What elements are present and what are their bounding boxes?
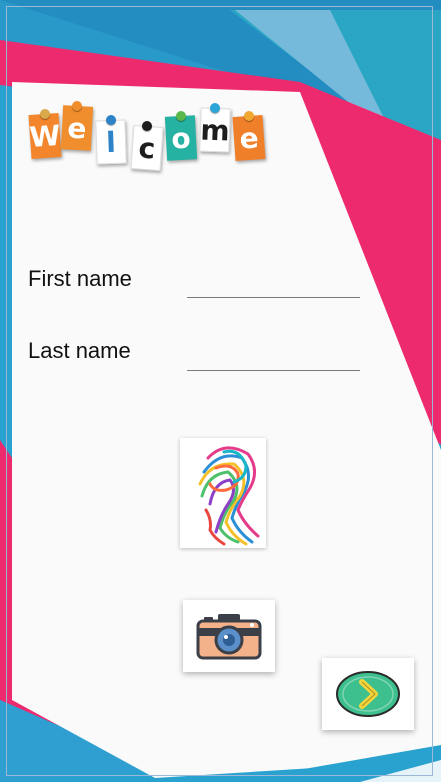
welcome-letter-tile: e: [60, 105, 94, 151]
welcome-letter-tile: o: [164, 115, 198, 161]
chevron-right-icon: [336, 671, 400, 717]
welcome-letter-tile: e: [232, 115, 266, 161]
welcome-letter-tile: c: [130, 125, 164, 171]
pushpin-icon: [210, 103, 220, 113]
welcome-letter-tile: l: [95, 119, 127, 165]
first-name-label: First name: [28, 266, 132, 291]
next-button[interactable]: [322, 658, 414, 730]
pushpin-icon: [106, 115, 116, 125]
last-name-field[interactable]: [187, 340, 360, 371]
abstract-head-art: [198, 446, 260, 546]
welcome-letter-tile: m: [199, 107, 231, 153]
last-name-label: Last name: [28, 338, 131, 363]
pushpin-icon: [40, 109, 50, 119]
pushpin-icon: [72, 101, 82, 111]
profile-image[interactable]: [180, 438, 266, 548]
first-name-field[interactable]: [187, 267, 360, 298]
pushpin-icon: [244, 111, 254, 121]
welcome-letter-tile: W: [28, 113, 62, 159]
welcome-screen: Welcome First name Last name: [0, 0, 441, 782]
pushpin-icon: [142, 121, 152, 131]
pushpin-icon: [176, 111, 186, 121]
camera-button[interactable]: [183, 600, 275, 672]
camera-icon: [196, 614, 262, 660]
welcome-sign: Welcome: [28, 101, 270, 184]
